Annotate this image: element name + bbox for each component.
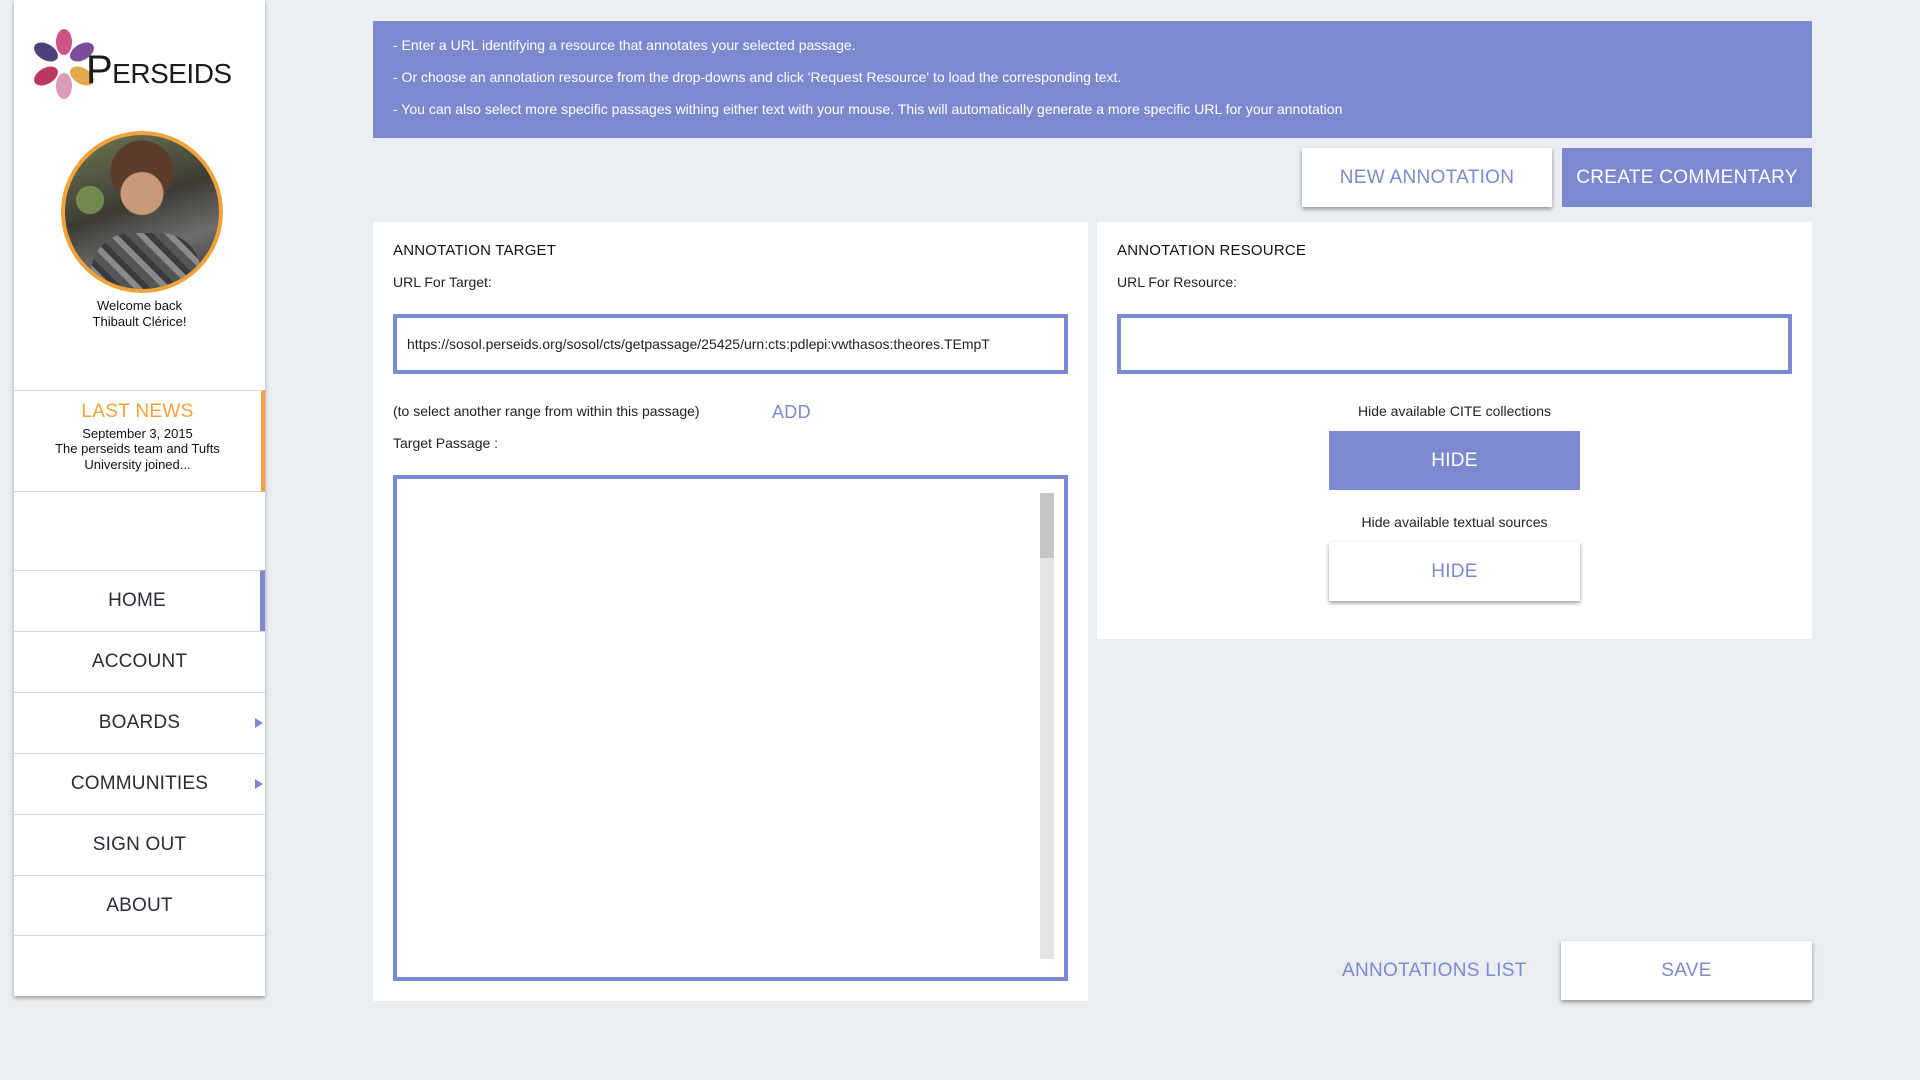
target-passage-label: Target Passage : xyxy=(393,435,499,451)
nav-item-account[interactable]: ACCOUNT xyxy=(14,631,265,692)
news-card[interactable]: LAST NEWS September 3, 2015 The perseids… xyxy=(14,390,265,492)
target-passage-textarea[interactable] xyxy=(393,475,1068,981)
caret-right-icon xyxy=(255,718,263,728)
brand-name: Perseids xyxy=(86,48,232,92)
instruction-line: - You can also select more specific pass… xyxy=(393,101,1343,117)
nav-item-label: HOME xyxy=(108,590,166,611)
instruction-line: - Or choose an annotation resource from … xyxy=(393,69,1122,85)
user-name: Thibault Clérice! xyxy=(92,314,187,329)
perseids-logo[interactable]: Perseids xyxy=(34,14,264,114)
hide-cite-button[interactable]: HIDE xyxy=(1329,431,1580,490)
nav-item-label: BOARDS xyxy=(98,712,181,733)
nav-item-boards[interactable]: BOARDS xyxy=(14,692,265,753)
nav-item-label: SIGN OUT xyxy=(92,834,187,855)
welcome-message: Welcome back Thibault Clérice! xyxy=(14,298,265,330)
save-button[interactable]: SAVE xyxy=(1561,941,1812,1000)
main-nav: HOME ACCOUNT BOARDS COMMUNITIES SIGN OUT… xyxy=(14,570,265,936)
add-range-button[interactable]: ADD xyxy=(772,402,811,423)
target-url-label: URL For Target: xyxy=(393,274,492,290)
panel-title: ANNOTATION TARGET xyxy=(393,242,557,259)
nav-item-about[interactable]: ABOUT xyxy=(14,875,265,936)
hide-textual-sources-button[interactable]: HIDE xyxy=(1329,542,1580,601)
scrollbar-thumb[interactable] xyxy=(1040,493,1054,558)
nav-item-home[interactable]: HOME xyxy=(14,570,265,631)
welcome-line: Welcome back xyxy=(96,298,182,313)
news-text: The perseids team and Tufts University j… xyxy=(55,441,220,472)
nav-item-label: ACCOUNT xyxy=(91,651,188,672)
cite-collections-label: Hide available CITE collections xyxy=(1358,403,1551,419)
nav-item-label: COMMUNITIES xyxy=(70,773,209,794)
annotations-list-link[interactable]: ANNOTATIONS LIST xyxy=(1342,960,1527,982)
textual-sources-label: Hide available textual sources xyxy=(1361,514,1548,530)
passage-scrollbar[interactable] xyxy=(1040,493,1054,959)
create-commentary-button[interactable]: CREATE COMMENTARY xyxy=(1562,148,1812,207)
annotation-resource-panel: ANNOTATION RESOURCE URL For Resource: Hi… xyxy=(1097,222,1812,639)
resource-url-input[interactable] xyxy=(1117,314,1792,374)
caret-right-icon xyxy=(255,779,263,789)
instructions-banner: - Enter a URL identifying a resource tha… xyxy=(373,21,1812,138)
avatar xyxy=(61,131,223,293)
instruction-line: - Enter a URL identifying a resource tha… xyxy=(393,37,856,53)
panel-title: ANNOTATION RESOURCE xyxy=(1117,242,1307,259)
news-title: LAST NEWS xyxy=(81,401,194,422)
news-date: September 3, 2015 xyxy=(82,426,193,441)
nav-item-label: ABOUT xyxy=(106,894,173,916)
range-helper-text: (to select another range from within thi… xyxy=(393,403,700,419)
new-annotation-button[interactable]: NEW ANNOTATION xyxy=(1302,148,1552,207)
nav-item-sign-out[interactable]: SIGN OUT xyxy=(14,814,265,875)
annotation-target-panel: ANNOTATION TARGET URL For Target: (to se… xyxy=(373,222,1088,1001)
perseids-flower-icon xyxy=(34,29,94,99)
target-url-input[interactable] xyxy=(393,314,1068,374)
sidebar: Perseids Welcome back Thibault Clérice! … xyxy=(14,0,265,996)
nav-item-communities[interactable]: COMMUNITIES xyxy=(14,753,265,814)
resource-url-label: URL For Resource: xyxy=(1117,274,1238,290)
